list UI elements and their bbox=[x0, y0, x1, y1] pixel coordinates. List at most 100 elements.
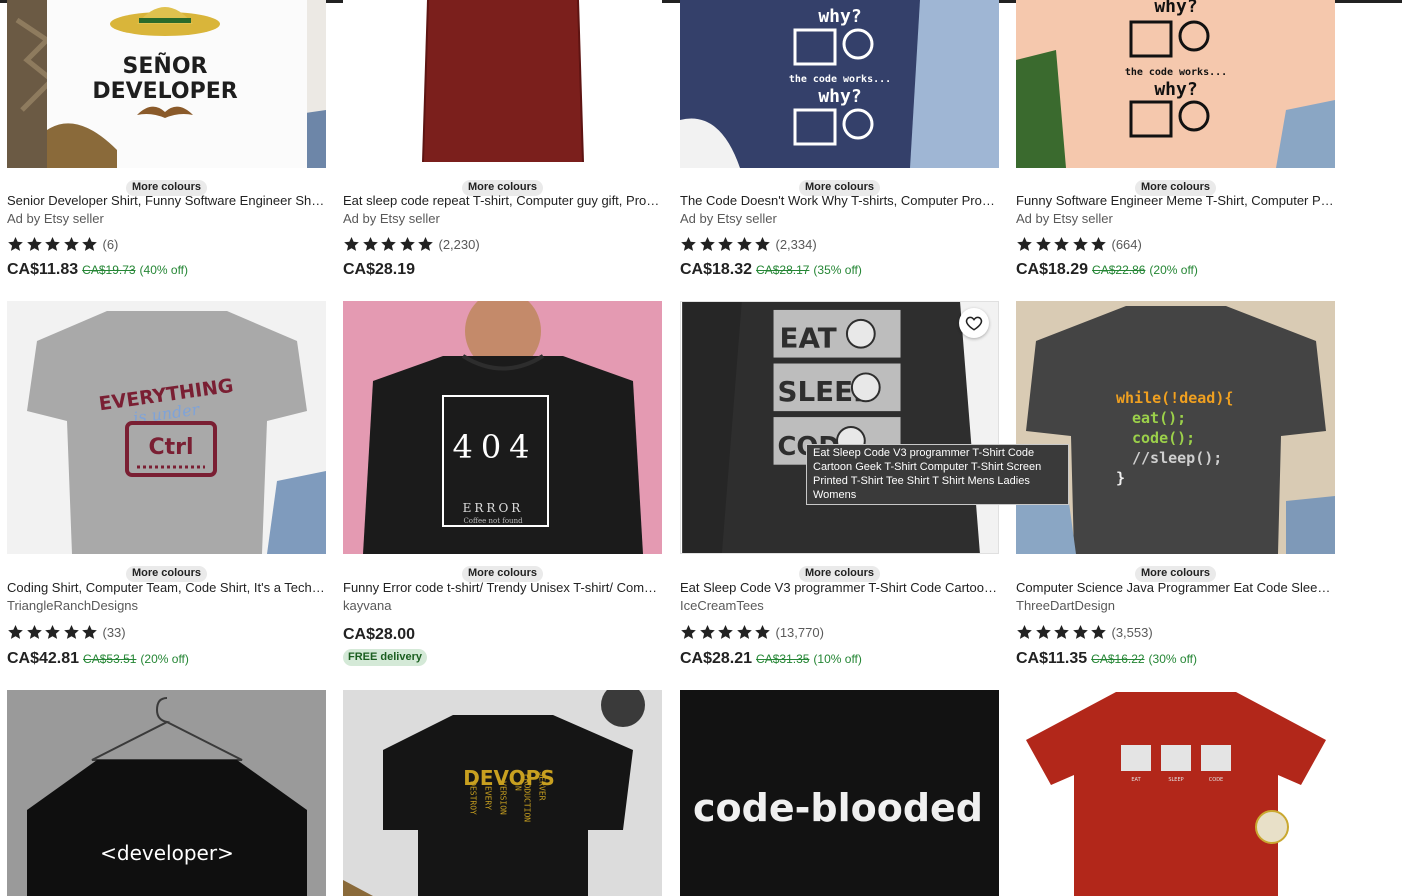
shirt-text: EAT bbox=[779, 322, 836, 355]
star-icon bbox=[1017, 237, 1032, 251]
shop-name[interactable]: IceCreamTees bbox=[680, 598, 999, 614]
star-icon bbox=[63, 237, 79, 251]
star-icon bbox=[1017, 625, 1032, 639]
stars bbox=[343, 236, 436, 252]
product-image[interactable]: DEVOPS DESTROY EVERY VERSION IN PRODUCTI… bbox=[343, 690, 662, 896]
star-icon bbox=[681, 237, 696, 251]
product-image[interactable]: code-blooded bbox=[680, 690, 999, 896]
price-row: CA$28.00 bbox=[343, 626, 415, 644]
product-title[interactable]: Funny Error code t-shirt/ Trendy Unisex … bbox=[343, 580, 662, 596]
product-image[interactable]: why? the code works... why? bbox=[680, 0, 999, 168]
icon-label: SLEEP bbox=[1168, 777, 1183, 783]
shirt-text: why? bbox=[1154, 0, 1197, 17]
product-title[interactable]: Eat sleep code repeat T-shirt, Computer … bbox=[343, 193, 662, 209]
product-image[interactable]: EAT SLEEP CODE bbox=[1016, 690, 1335, 896]
shop-name[interactable]: TriangleRanchDesigns bbox=[7, 598, 326, 614]
code-line: code(); bbox=[1132, 429, 1195, 447]
original-price: CA$28.17 bbox=[756, 263, 810, 277]
shirt-text: code-blooded bbox=[693, 786, 983, 830]
product-title[interactable]: The Code Doesn't Work Why T-shirts, Comp… bbox=[680, 193, 999, 209]
vertical-text: EVERY bbox=[484, 786, 493, 810]
star-icon bbox=[45, 625, 60, 639]
stars bbox=[680, 236, 773, 252]
product-image[interactable]: EVERYTHING is under Ctrl bbox=[7, 301, 326, 554]
product-title[interactable]: Senior Developer Shirt, Funny Software E… bbox=[7, 193, 326, 209]
product-image[interactable]: EAT SLEEP CODE bbox=[680, 301, 999, 554]
product-title[interactable]: Funny Software Engineer Meme T-Shirt, Co… bbox=[1016, 193, 1335, 209]
star-icon bbox=[1035, 237, 1051, 251]
code-line: //sleep(); bbox=[1132, 449, 1222, 467]
product-image[interactable]: why? the code works... why? bbox=[1016, 0, 1335, 168]
stars bbox=[1016, 236, 1109, 252]
star-icon bbox=[82, 625, 97, 639]
star-icon bbox=[8, 237, 23, 251]
shop-name[interactable]: ThreeDartDesign bbox=[1016, 598, 1335, 614]
shirt-text: ERROR bbox=[463, 501, 524, 515]
shop-name[interactable]: kayvana bbox=[343, 598, 662, 614]
heart-icon bbox=[965, 316, 983, 331]
shirt-text: <developer> bbox=[100, 841, 234, 865]
original-price: CA$16.22 bbox=[1091, 652, 1145, 666]
star-icon bbox=[1072, 237, 1088, 251]
star-icon bbox=[755, 237, 770, 251]
review-count: (6) bbox=[102, 236, 119, 252]
original-price: CA$53.51 bbox=[83, 652, 137, 666]
price-row: CA$28.19 bbox=[343, 261, 415, 279]
product-grid: SEÑOR DEVELOPER More colours Senior Deve… bbox=[0, 0, 1402, 896]
free-delivery-badge: FREE delivery bbox=[343, 649, 427, 666]
product-image[interactable]: <developer> bbox=[7, 690, 326, 896]
price-row: CA$18.29 CA$22.86 (20% off) bbox=[1016, 261, 1198, 279]
shirt-image-java-code: while(!dead){ eat(); code(); //sleep(); … bbox=[1016, 301, 1335, 554]
shirt-image-red-icons: EAT SLEEP CODE bbox=[1016, 690, 1335, 896]
icon-label: EAT bbox=[1131, 777, 1141, 783]
product-title[interactable]: Eat Sleep Code V3 programmer T-Shirt Cod… bbox=[680, 580, 999, 596]
shirt-text: why? bbox=[1154, 79, 1197, 100]
product-image[interactable] bbox=[343, 0, 662, 168]
price-row: CA$28.21 CA$31.35 (10% off) bbox=[680, 650, 862, 668]
stars bbox=[7, 624, 100, 640]
star-icon bbox=[418, 237, 433, 251]
product-image[interactable]: while(!dead){ eat(); code(); //sleep(); … bbox=[1016, 301, 1335, 554]
original-price: CA$22.86 bbox=[1092, 263, 1146, 277]
star-icon bbox=[1091, 237, 1106, 251]
stars bbox=[680, 624, 773, 640]
ad-label: Ad by Etsy seller bbox=[343, 211, 440, 226]
star-rating: (3,553) bbox=[1016, 623, 1153, 641]
star-icon bbox=[699, 237, 715, 251]
star-icon bbox=[26, 625, 42, 639]
star-icon bbox=[82, 237, 97, 251]
shirt-text: Coffee not found bbox=[463, 517, 523, 525]
code-line: eat(); bbox=[1132, 409, 1186, 427]
product-title[interactable]: Coding Shirt, Computer Team, Code Shirt,… bbox=[7, 580, 326, 596]
sale-price: CA$42.81 bbox=[7, 650, 80, 667]
shirt-image-404: 404 ERROR Coffee not found bbox=[343, 301, 662, 554]
star-rating: (13,770) bbox=[680, 623, 824, 641]
sale-price: CA$18.29 bbox=[1016, 261, 1089, 278]
ad-label: Ad by Etsy seller bbox=[1016, 211, 1113, 226]
price-row: CA$11.83 CA$19.73 (40% off) bbox=[7, 261, 188, 279]
product-title[interactable]: Computer Science Java Programmer Eat Cod… bbox=[1016, 580, 1335, 596]
sale-price: CA$28.00 bbox=[343, 626, 416, 643]
code-line: } bbox=[1116, 469, 1125, 487]
sale-price: CA$11.83 bbox=[7, 261, 79, 278]
discount-label: (10% off) bbox=[813, 652, 862, 666]
star-icon bbox=[1072, 625, 1088, 639]
star-icon bbox=[26, 237, 42, 251]
discount-label: (40% off) bbox=[139, 263, 189, 277]
shirt-image-peach-why: why? the code works... why? bbox=[1016, 0, 1335, 168]
price-row: CA$42.81 CA$53.51 (20% off) bbox=[7, 650, 189, 668]
product-image[interactable]: SEÑOR DEVELOPER bbox=[7, 0, 326, 168]
stars bbox=[7, 236, 100, 252]
review-count: (33) bbox=[102, 624, 126, 640]
star-icon bbox=[699, 625, 715, 639]
discount-label: (35% off) bbox=[813, 263, 862, 277]
product-image[interactable]: 404 ERROR Coffee not found bbox=[343, 301, 662, 554]
vertical-text: SERVER bbox=[538, 772, 547, 801]
shirt-image-maroon bbox=[343, 0, 662, 168]
shirt-text: why? bbox=[818, 86, 861, 107]
star-icon bbox=[344, 237, 359, 251]
star-rating: (33) bbox=[7, 623, 126, 641]
star-icon bbox=[399, 237, 415, 251]
shirt-text: Ctrl bbox=[148, 435, 193, 460]
favorite-button[interactable] bbox=[959, 308, 989, 338]
